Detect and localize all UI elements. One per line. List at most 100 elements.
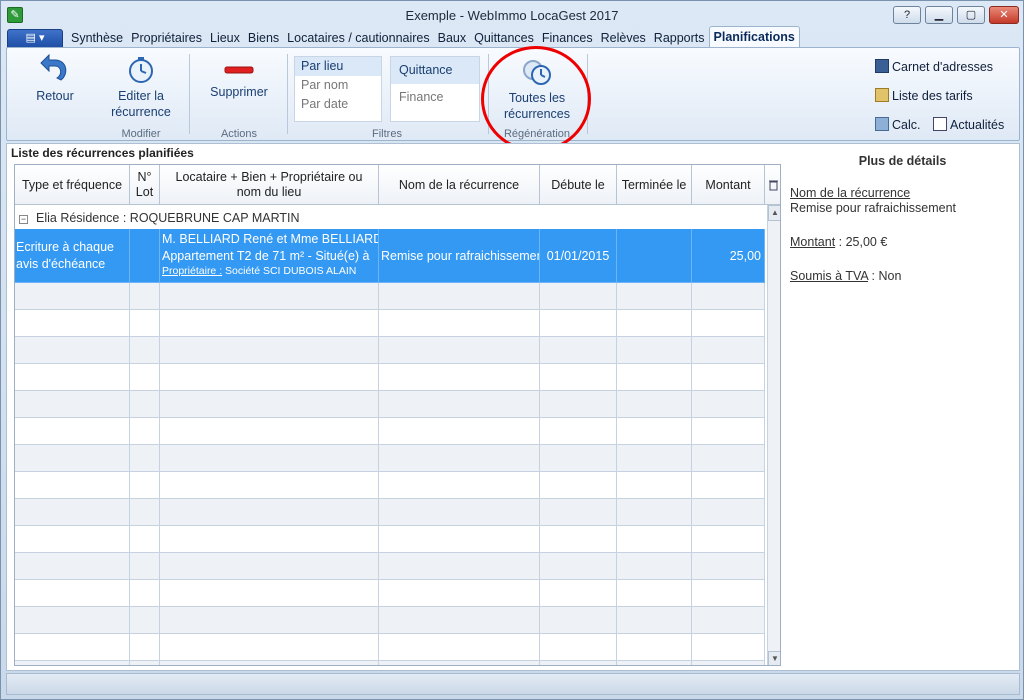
col-type-frequence[interactable]: Type et fréquence: [15, 165, 130, 205]
empty-cell: [15, 553, 130, 580]
tab-quittances[interactable]: Quittances: [470, 28, 538, 48]
filter-lieu-list: Par lieu Par nom Par date: [294, 56, 382, 122]
col-terminee[interactable]: Terminée le: [617, 165, 692, 205]
empty-cell: [15, 283, 130, 310]
address-book-icon: [875, 59, 889, 73]
empty-cell: [540, 661, 617, 665]
empty-cell: [379, 553, 540, 580]
cell-type: Ecriture à chaque avis d'échéance: [15, 229, 130, 283]
tab-lieux[interactable]: Lieux: [206, 28, 244, 48]
editer-recurrence-button[interactable]: Editer la récurrence: [103, 56, 179, 120]
window-title: Exemple - WebImmo LocaGest 2017: [405, 8, 619, 23]
empty-cell: [160, 364, 379, 391]
retour-button[interactable]: Retour: [25, 54, 85, 104]
empty-cell: [130, 499, 160, 526]
empty-row: [15, 472, 765, 499]
calc-link[interactable]: Calc.: [875, 117, 920, 133]
empty-cell: [617, 499, 692, 526]
tab-baux[interactable]: Baux: [434, 28, 471, 48]
details-title: Plus de détails: [858, 154, 947, 168]
col-nom-recurrence[interactable]: Nom de la récurrence: [379, 165, 540, 205]
empty-cell: [617, 607, 692, 634]
empty-cell: [692, 418, 765, 445]
scroll-down-icon[interactable]: ▼: [768, 651, 780, 665]
empty-cell: [379, 526, 540, 553]
col-montant[interactable]: Montant: [692, 165, 765, 205]
bien-description: Appartement T2 de 71 m² - Situé(e) à: [162, 249, 370, 263]
empty-cell: [160, 472, 379, 499]
cell-lot: [130, 229, 160, 283]
empty-cell: [130, 337, 160, 364]
tab-finances[interactable]: Finances: [538, 28, 597, 48]
empty-cell: [617, 661, 692, 665]
detail-tva-label[interactable]: Soumis à TVA: [790, 269, 868, 283]
tab-releves[interactable]: Relèves: [597, 28, 650, 48]
detail-nom-label[interactable]: Nom de la récurrence: [790, 186, 1015, 200]
empty-cell: [692, 553, 765, 580]
actualites-link[interactable]: Actualités: [933, 117, 1004, 133]
col-lot[interactable]: N° Lot: [130, 165, 160, 205]
empty-cell: [540, 580, 617, 607]
filter-par-date[interactable]: Par date: [295, 95, 381, 114]
help-button[interactable]: ?: [893, 6, 921, 24]
empty-cell: [130, 391, 160, 418]
detail-montant-label[interactable]: Montant: [790, 235, 835, 249]
empty-cell: [160, 580, 379, 607]
scroll-up-icon[interactable]: ▲: [768, 205, 780, 221]
empty-cell: [160, 445, 379, 472]
empty-cell: [692, 310, 765, 337]
tab-synthese[interactable]: Synthèse: [67, 28, 127, 48]
tab-locataires[interactable]: Locataires / cautionnaires: [283, 28, 433, 48]
empty-cell: [15, 445, 130, 472]
tab-planifications[interactable]: Planifications: [708, 26, 800, 48]
empty-cell: [379, 283, 540, 310]
cell-fin: [617, 229, 692, 283]
empty-cell: [160, 553, 379, 580]
empty-cell: [130, 472, 160, 499]
collapse-icon[interactable]: −: [19, 215, 28, 224]
col-debute[interactable]: Débute le: [540, 165, 617, 205]
app-menu-button[interactable]: ▤ ▾: [7, 29, 63, 48]
empty-cell: [160, 310, 379, 337]
filter-quittance[interactable]: Quittance: [391, 57, 479, 84]
empty-cell: [15, 499, 130, 526]
empty-cell: [617, 310, 692, 337]
liste-tarifs-link[interactable]: Liste des tarifs: [875, 88, 973, 104]
carnet-adresses-link[interactable]: Carnet d'adresses: [875, 59, 993, 75]
group-row[interactable]: − Elia Résidence : ROQUEBRUNE CAP MARTIN: [15, 207, 765, 229]
empty-cell: [130, 445, 160, 472]
close-button[interactable]: ✕: [989, 6, 1019, 24]
actualites-label: Actualités: [950, 118, 1005, 132]
vertical-scrollbar[interactable]: ▲ ▼: [767, 205, 780, 665]
empty-cell: [692, 499, 765, 526]
minimize-button[interactable]: ▁: [925, 6, 953, 24]
filter-par-nom[interactable]: Par nom: [295, 76, 381, 95]
empty-cell: [617, 634, 692, 661]
empty-cell: [617, 526, 692, 553]
tab-biens[interactable]: Biens: [244, 28, 283, 48]
empty-cell: [130, 661, 160, 665]
filter-finance[interactable]: Finance: [391, 84, 479, 111]
tab-proprietaires[interactable]: Propriétaires: [127, 28, 206, 48]
empty-cell: [379, 364, 540, 391]
empty-row: [15, 661, 765, 665]
locataire-name: M. BELLIARD René et Mme BELLIARD: [162, 232, 379, 246]
main-content: Liste des récurrences planifiées Type et…: [6, 143, 1020, 671]
filter-par-lieu[interactable]: Par lieu: [295, 57, 381, 76]
empty-cell: [617, 553, 692, 580]
supprimer-button[interactable]: Supprimer: [201, 64, 277, 100]
tab-rapports[interactable]: Rapports: [650, 28, 709, 48]
list-title: Liste des récurrences planifiées: [11, 146, 194, 160]
empty-cell: [379, 337, 540, 364]
recurrences-grid: Type et fréquence N° Lot Locataire + Bie…: [14, 164, 781, 666]
table-row[interactable]: Ecriture à chaque avis d'échéance M. BEL…: [15, 229, 765, 283]
empty-cell: [540, 634, 617, 661]
ribbon-tabs: ▤ ▾ Synthèse Propriétaires Lieux Biens L…: [7, 26, 800, 48]
col-locataire[interactable]: Locataire + Bien + Propriétaire ou nom d…: [160, 165, 379, 205]
app-window: ✎ Exemple - WebImmo LocaGest 2017 ? ▁ ▢ …: [0, 0, 1024, 700]
empty-cell: [15, 418, 130, 445]
empty-cell: [130, 526, 160, 553]
maximize-button[interactable]: ▢: [957, 6, 985, 24]
column-chooser-icon[interactable]: [765, 165, 780, 205]
empty-cell: [160, 337, 379, 364]
